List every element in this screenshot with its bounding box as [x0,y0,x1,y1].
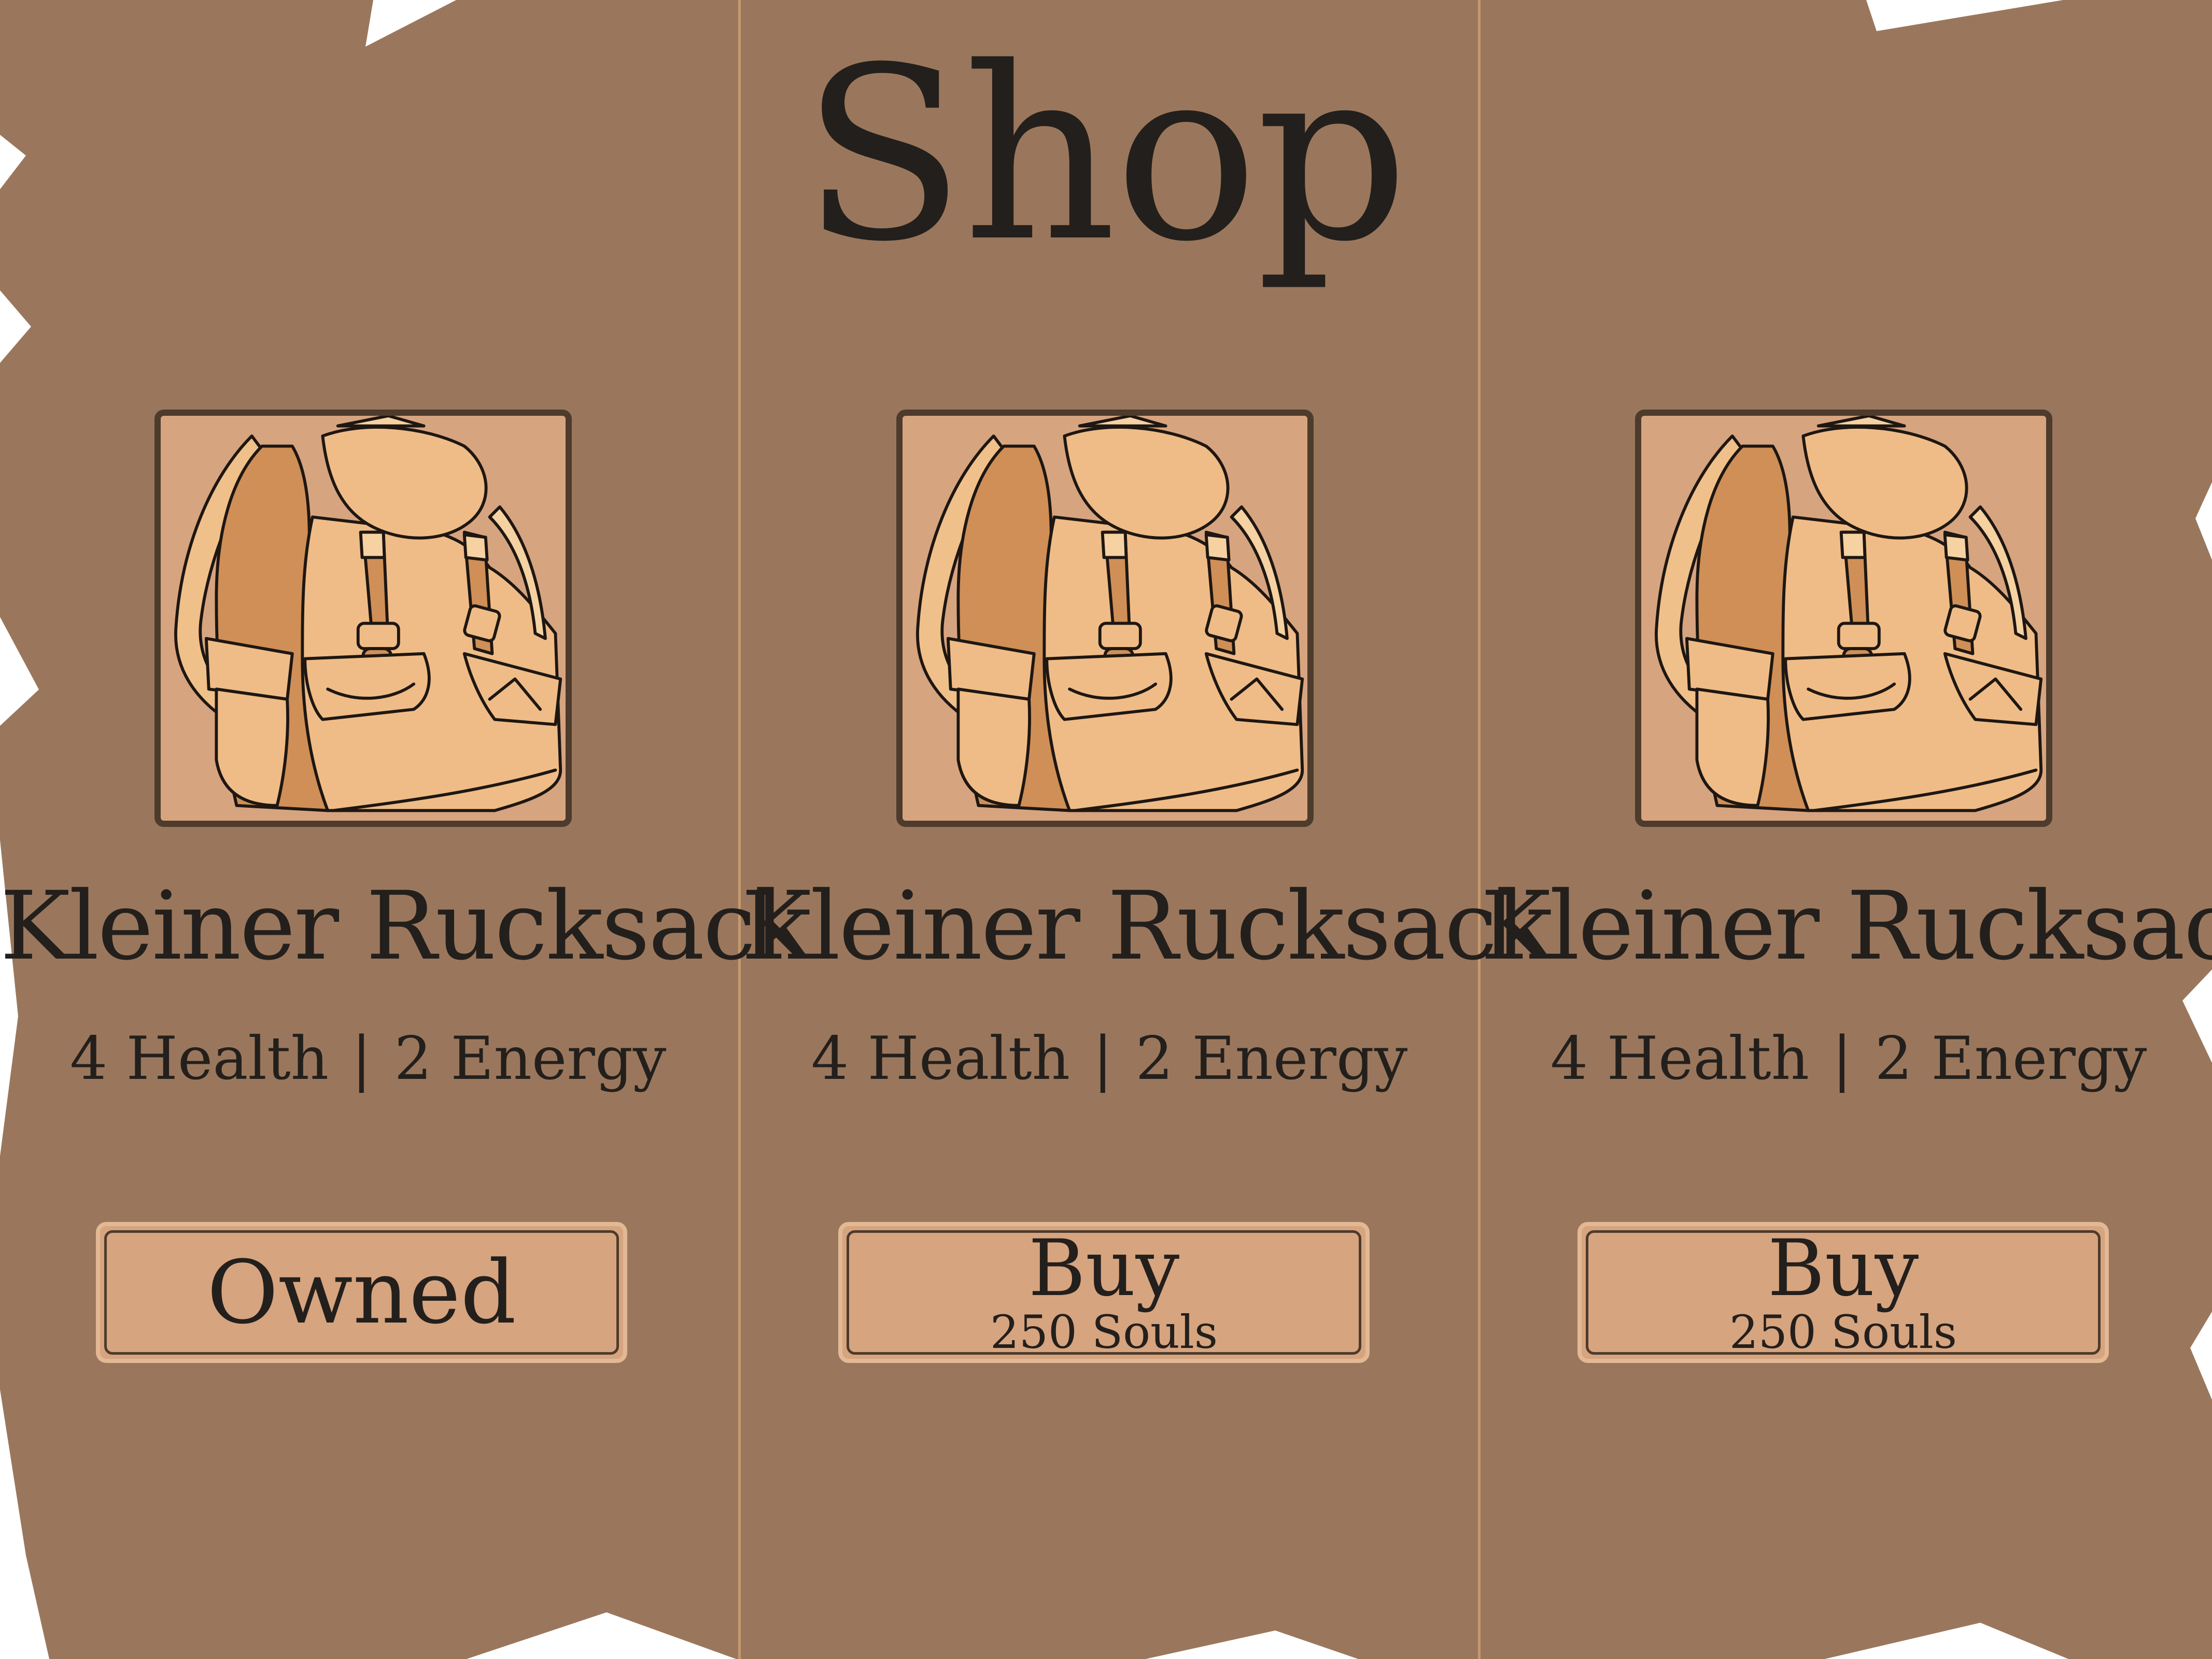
item-name: Kleiner Rucksack [0,871,811,981]
energy-stat: 2 Energy [394,1024,667,1093]
item-stats: 4 Health | 2 Energy [741,1029,1477,1088]
button-label: Buy [1767,1224,1919,1314]
health-stat: 4 Health [811,1024,1070,1093]
health-stat: 4 Health [69,1024,329,1093]
price-label: 250 Souls [990,1305,1218,1359]
shop-screen: Shop Kleiner Rucksack 4 Health | 2 Energy … [0,0,2212,1659]
panel-divider-right [1478,0,1481,1659]
backpack-icon [161,416,566,821]
item-stats: 4 Health | 2 Energy [1481,1029,2212,1088]
buy-button[interactable]: Buy 250 Souls [1577,1222,2109,1363]
item-name: Kleiner Rucksack [741,871,1553,981]
button-label: Owned [207,1242,516,1343]
backpack-icon [903,416,1307,821]
energy-stat: 2 Energy [1875,1024,2147,1093]
stat-separator: | [1093,1024,1113,1093]
price-label: 250 Souls [1729,1305,1957,1359]
item-image-frame [1635,410,2052,827]
stat-separator: | [351,1024,372,1093]
shop-title: Shop [801,17,1409,294]
health-stat: 4 Health [1550,1024,1810,1093]
button-label: Buy [1028,1224,1180,1314]
energy-stat: 2 Energy [1135,1024,1408,1093]
button-inner-frame: Owned [104,1230,619,1355]
backpack-icon [1641,416,2046,821]
button-inner-frame: Buy 250 Souls [1586,1230,2101,1355]
item-name: Kleiner Rucksack [1481,871,2212,981]
item-image-frame [896,410,1314,827]
item-image-frame [154,410,572,827]
buy-button[interactable]: Buy 250 Souls [838,1222,1370,1363]
item-stats: 4 Health | 2 Energy [0,1029,736,1088]
button-inner-frame: Buy 250 Souls [847,1230,1361,1355]
owned-button[interactable]: Owned [96,1222,627,1363]
stat-separator: | [1832,1024,1852,1093]
panel-divider-left [738,0,741,1659]
